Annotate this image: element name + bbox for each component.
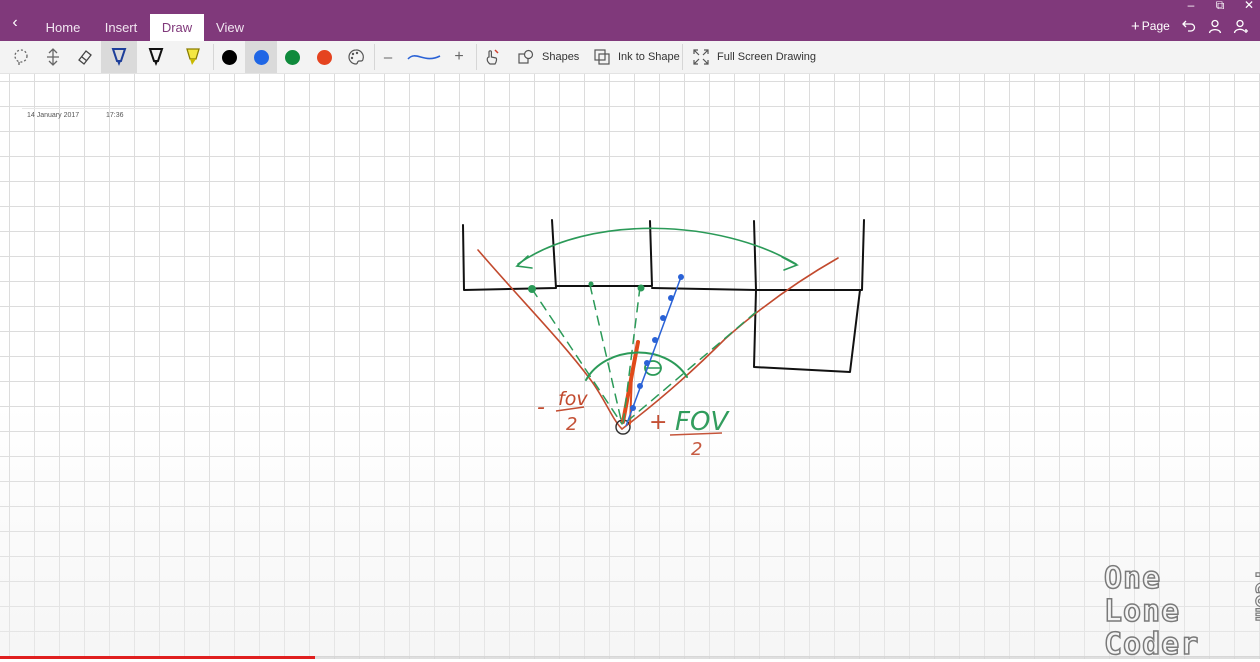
full-screen-label: Full Screen Drawing bbox=[717, 51, 817, 63]
watermark-domain-text: .com bbox=[1250, 568, 1260, 621]
color-black-button[interactable] bbox=[213, 41, 245, 73]
share-button[interactable] bbox=[1207, 18, 1225, 36]
insert-space-icon bbox=[47, 48, 59, 66]
tab-view[interactable]: View bbox=[210, 14, 250, 41]
arrowhead bbox=[781, 256, 799, 271]
stroke-wave-icon bbox=[407, 55, 441, 60]
wall-blocks bbox=[462, 219, 865, 373]
ink-drawing: - fov 2 + FOV 2 bbox=[462, 219, 865, 460]
draw-toolbar: – + Shapes Ink to Shape Full Screen Draw… bbox=[0, 41, 1260, 74]
touch-draw-button[interactable] bbox=[476, 41, 508, 73]
color-green-button[interactable] bbox=[276, 41, 308, 73]
shapes-label: Shapes bbox=[542, 51, 580, 63]
left-divisor-label: 2 bbox=[566, 414, 577, 435]
lasso-icon bbox=[14, 49, 28, 65]
add-page-label: Page bbox=[1141, 19, 1170, 33]
full-screen-icon bbox=[693, 49, 709, 65]
color-blue-button[interactable] bbox=[245, 41, 277, 73]
color-swatch-green bbox=[284, 49, 300, 65]
tab-draw[interactable]: Draw bbox=[150, 14, 204, 41]
fov-right-line bbox=[621, 257, 839, 430]
color-red-button[interactable] bbox=[308, 41, 340, 73]
thicker-stroke-button[interactable]: + bbox=[443, 41, 475, 73]
touch-pen-icon bbox=[486, 49, 499, 65]
close-button[interactable]: ✕ bbox=[1241, 0, 1257, 12]
tab-home[interactable]: Home bbox=[40, 14, 86, 41]
pen-black-button[interactable] bbox=[140, 41, 172, 73]
highlighter-button[interactable] bbox=[177, 41, 209, 73]
wall-block bbox=[755, 219, 865, 291]
wall-block bbox=[555, 220, 653, 287]
insert-space-button[interactable] bbox=[37, 41, 69, 73]
ray-hit-dot bbox=[637, 284, 645, 292]
full-screen-drawing-button[interactable]: Full Screen Drawing bbox=[693, 41, 816, 73]
left-sign-label: - bbox=[537, 395, 545, 420]
color-swatch-blue bbox=[253, 49, 269, 65]
minus-icon: – bbox=[383, 48, 393, 66]
pen-icon bbox=[148, 48, 164, 66]
account-icon bbox=[1233, 19, 1248, 34]
more-colors-button[interactable] bbox=[340, 41, 372, 73]
title-bar: ‹ Home Insert Draw View – ⧉ ✕ + Page bbox=[0, 0, 1260, 41]
undo-button[interactable] bbox=[1181, 18, 1199, 36]
watermark-line: Lone bbox=[1103, 594, 1181, 629]
wall-block bbox=[651, 220, 757, 291]
color-swatch-red bbox=[316, 49, 332, 65]
plus-icon: + bbox=[454, 48, 464, 65]
right-fov-label: FOV bbox=[675, 407, 730, 437]
minimize-button[interactable]: – bbox=[1183, 0, 1199, 12]
shapes-button[interactable]: Shapes bbox=[518, 41, 579, 73]
undo-icon bbox=[1182, 20, 1196, 32]
account-button[interactable] bbox=[1233, 18, 1251, 36]
watermark-line: One bbox=[1103, 561, 1162, 596]
add-page-button[interactable]: + Page bbox=[1131, 18, 1170, 35]
sample-dot bbox=[678, 274, 684, 280]
tab-insert[interactable]: Insert bbox=[99, 14, 143, 41]
highlighter-icon bbox=[186, 48, 200, 65]
right-sign-label: + bbox=[649, 410, 667, 435]
back-button[interactable]: ‹ bbox=[6, 14, 24, 32]
toolbar-separator bbox=[682, 44, 683, 70]
ray-hit-dot bbox=[528, 285, 536, 293]
sample-dot bbox=[660, 315, 666, 321]
sample-dot bbox=[637, 383, 643, 389]
thinner-stroke-button[interactable]: – bbox=[372, 41, 404, 73]
sample-dot bbox=[644, 360, 650, 366]
pen-blue-button[interactable] bbox=[101, 41, 137, 73]
sample-dot bbox=[630, 405, 636, 411]
ray-hit-dot bbox=[588, 281, 594, 287]
eraser-icon bbox=[78, 50, 92, 65]
right-divisor-label: 2 bbox=[691, 439, 702, 460]
stroke-preview bbox=[404, 41, 444, 73]
palette-icon bbox=[348, 49, 364, 65]
fov-lines bbox=[477, 249, 839, 435]
plus-icon: + bbox=[1131, 18, 1140, 35]
ink-to-shape-label: Ink to Shape bbox=[618, 51, 680, 63]
sample-dot bbox=[652, 337, 658, 343]
onelonecoder-watermark: One Lone Coder .com bbox=[1103, 561, 1260, 661]
watermark-domain: .com bbox=[1249, 567, 1260, 621]
wall-block bbox=[462, 219, 557, 291]
shapes-icon bbox=[518, 49, 534, 64]
eraser-button[interactable] bbox=[69, 41, 101, 73]
person-icon bbox=[1208, 19, 1222, 34]
arrowhead bbox=[515, 255, 533, 269]
ink-to-shape-icon bbox=[594, 49, 610, 65]
ink-to-shape-button[interactable]: Ink to Shape bbox=[594, 41, 680, 73]
pen-icon bbox=[111, 48, 127, 66]
sample-dot bbox=[668, 295, 674, 301]
restore-button[interactable]: ⧉ bbox=[1212, 0, 1228, 13]
lasso-select-button[interactable] bbox=[5, 41, 37, 73]
note-canvas[interactable]: 14 January 2017 17:36 - fov 2 + FOV 2 bbox=[0, 74, 1260, 659]
color-swatch-black bbox=[221, 49, 237, 65]
fov-left-line bbox=[477, 249, 623, 430]
